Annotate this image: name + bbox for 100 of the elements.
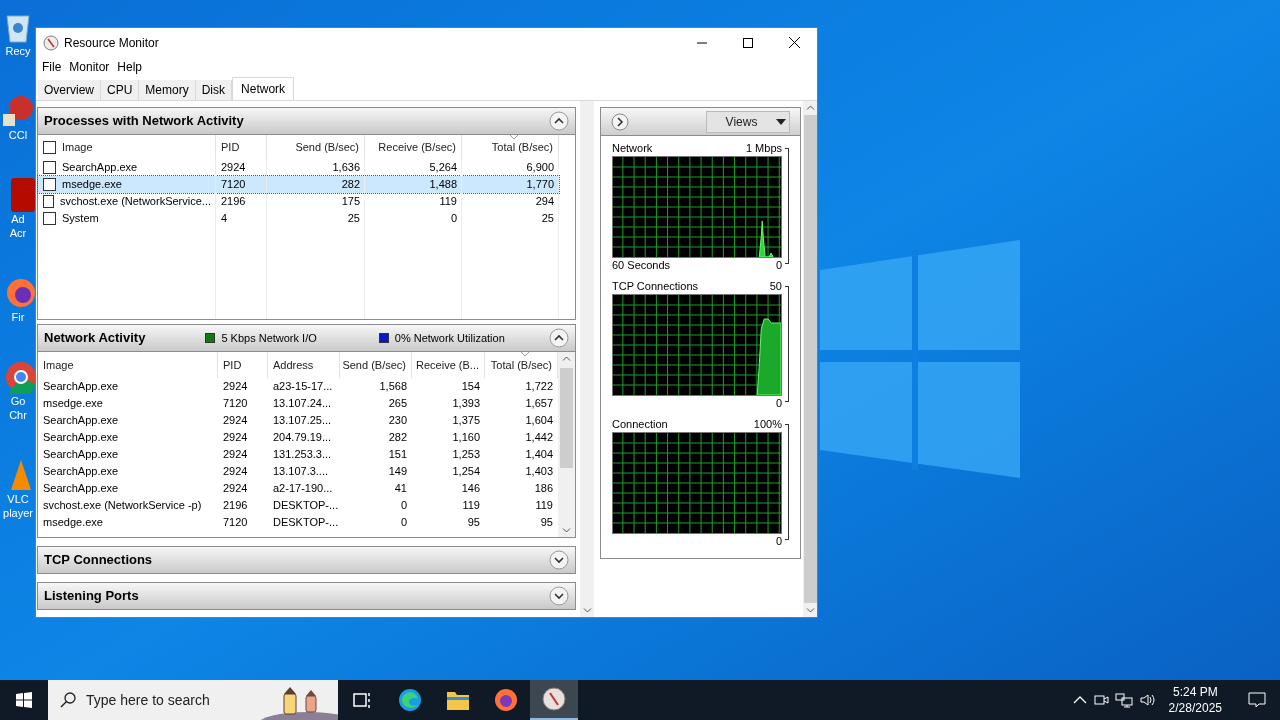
- graph-max-label: 50: [769, 278, 782, 294]
- graph-title: Network: [612, 140, 653, 156]
- table-cell-text: 2924: [221, 160, 246, 176]
- column-header[interactable]: Image: [38, 135, 216, 159]
- table-row[interactable]: msedge.exe 7120 282 1,488 1,770: [38, 176, 559, 193]
- table-cell-text: SearchApp.exe: [43, 413, 119, 429]
- column-header[interactable]: PID: [216, 135, 267, 159]
- table-cell-text: 1,722: [525, 379, 553, 395]
- table-cell-text: 146: [461, 481, 480, 497]
- network-icon[interactable]: [1114, 692, 1133, 708]
- checkbox[interactable]: [43, 212, 56, 225]
- column-label: Send (B/sec): [342, 357, 406, 373]
- graph-title: Connection: [612, 416, 668, 432]
- tab[interactable]: CPU: [101, 80, 140, 100]
- column-header[interactable]: Image: [38, 352, 218, 378]
- column-header[interactable]: Send (B/sec): [340, 352, 412, 378]
- table-cell-text: 1,375: [452, 413, 480, 429]
- clock[interactable]: 5:24 PM 2/28/2025: [1162, 684, 1228, 716]
- panel-header[interactable]: Network Activity 5 Kbps Network I/O 0% Network Utilization: [37, 324, 576, 352]
- tab[interactable]: Disk: [195, 80, 233, 100]
- menu-item[interactable]: Help: [113, 58, 147, 76]
- column-header[interactable]: Receive (B/sec): [365, 135, 462, 159]
- table-cell-text: SearchApp.exe: [43, 464, 119, 480]
- table-cell-text: 7120: [221, 177, 246, 193]
- column-label: Send (B/sec): [295, 139, 359, 155]
- table-cell-text: SearchApp.exe: [43, 379, 119, 395]
- views-dropdown[interactable]: Views: [706, 110, 790, 133]
- expand-icon[interactable]: [549, 550, 569, 570]
- collapse-icon[interactable]: [549, 111, 569, 131]
- table-cell-text: 265: [388, 396, 407, 412]
- table-cell-text: 1,488: [429, 177, 457, 193]
- menu-item[interactable]: Monitor: [65, 58, 114, 76]
- brush-icon: [1, 94, 35, 128]
- table-cell-text: SearchApp.exe: [43, 430, 119, 446]
- table-row[interactable]: svchost.exe (NetworkService... 2196 175 119 294: [38, 193, 559, 210]
- column-header[interactable]: Send (B/sec): [267, 135, 365, 159]
- table-cell-text: SearchApp.exe: [62, 160, 138, 176]
- taskbar-app[interactable]: [530, 680, 578, 720]
- desktop-icon-label[interactable]: Go Chr: [9, 394, 27, 422]
- table-cell-text: 294: [535, 194, 554, 210]
- table-row[interactable]: System 4 25 0 25: [38, 210, 559, 227]
- collapse-icon[interactable]: [549, 328, 569, 348]
- column-label: PID: [223, 357, 242, 373]
- table-cell-text: msedge.exe: [43, 396, 103, 412]
- table-row[interactable]: SearchApp.exe 2924 1,636 5,264 6,900: [38, 159, 559, 176]
- search-box[interactable]: Type here to search: [48, 680, 338, 720]
- column-header[interactable]: Address: [268, 352, 340, 378]
- table-cell-text: 2924: [223, 481, 248, 497]
- table-cell-text: 95: [540, 515, 553, 531]
- expand-icon[interactable]: [549, 586, 569, 606]
- table-cell-text: 282: [388, 430, 407, 446]
- column-label: Image: [43, 357, 74, 373]
- desktop-icon-label[interactable]: VLC player: [3, 492, 33, 520]
- table-cell-text: 1,160: [452, 430, 480, 446]
- table-cell-text: svchost.exe (NetworkService -p): [43, 498, 202, 514]
- column-header[interactable]: Total (B/sec): [462, 135, 559, 159]
- table-cell-text: 204.79.19...: [273, 430, 332, 446]
- table-cell-text: 2196: [221, 194, 246, 210]
- volume-icon[interactable]: [1138, 692, 1157, 708]
- column-header[interactable]: PID: [218, 352, 268, 378]
- table-cell-text: 2196: [223, 498, 248, 514]
- camera-icon[interactable]: [1092, 692, 1109, 708]
- search-field[interactable]: Type here to search: [86, 689, 236, 711]
- tab[interactable]: Overview: [38, 80, 101, 100]
- desktop-icon-label[interactable]: CCl: [8, 128, 28, 142]
- desktop-icon-label[interactable]: Recy: [5, 44, 31, 58]
- table-cell-text: 186: [534, 481, 553, 497]
- table-cell-text: 13.107.24...: [273, 396, 332, 412]
- panel-header[interactable]: Processes with Network Activity: [37, 107, 576, 135]
- table-cell-text: 25: [541, 211, 554, 227]
- table-cell-text: 1,253: [452, 447, 480, 463]
- table-cell-text: a23-15-17...: [273, 379, 333, 395]
- checkbox[interactable]: [43, 161, 56, 174]
- panel-header[interactable]: TCP Connections: [37, 546, 576, 574]
- menu-item[interactable]: File: [38, 58, 66, 76]
- graph-title: TCP Connections: [612, 278, 698, 294]
- chevron-up-icon[interactable]: [1072, 695, 1087, 705]
- tab[interactable]: Network: [232, 77, 295, 100]
- checkbox[interactable]: [43, 195, 54, 208]
- table-cell-text: 13.107.25...: [273, 413, 332, 429]
- desktop-icon-label[interactable]: Ad Acr: [9, 212, 27, 240]
- graph-min-label: 0: [775, 257, 782, 273]
- checkbox[interactable]: [43, 140, 56, 154]
- table-cell-text: msedge.exe: [43, 515, 103, 531]
- panel-title: TCP Connections: [44, 551, 153, 570]
- window-title: Resource Monitor: [64, 34, 159, 52]
- table-cell-text: 2924: [223, 464, 248, 480]
- column-label: PID: [221, 139, 240, 155]
- graph-min-label: 0: [775, 533, 782, 549]
- table-cell-text: 4: [221, 211, 228, 227]
- column-header[interactable]: Receive (B...: [412, 352, 485, 378]
- table-cell-text: 1,393: [452, 396, 480, 412]
- table-cell-text: 0: [450, 211, 457, 227]
- table-cell-text: 13.107.3....: [273, 464, 329, 480]
- tab[interactable]: Memory: [139, 80, 196, 100]
- desktop-icon-label[interactable]: Fir: [11, 310, 25, 324]
- checkbox[interactable]: [43, 178, 56, 191]
- graph-max-label: 100%: [753, 416, 782, 432]
- table-cell-text: 230: [388, 413, 407, 429]
- panel-header[interactable]: Listening Ports: [37, 582, 576, 610]
